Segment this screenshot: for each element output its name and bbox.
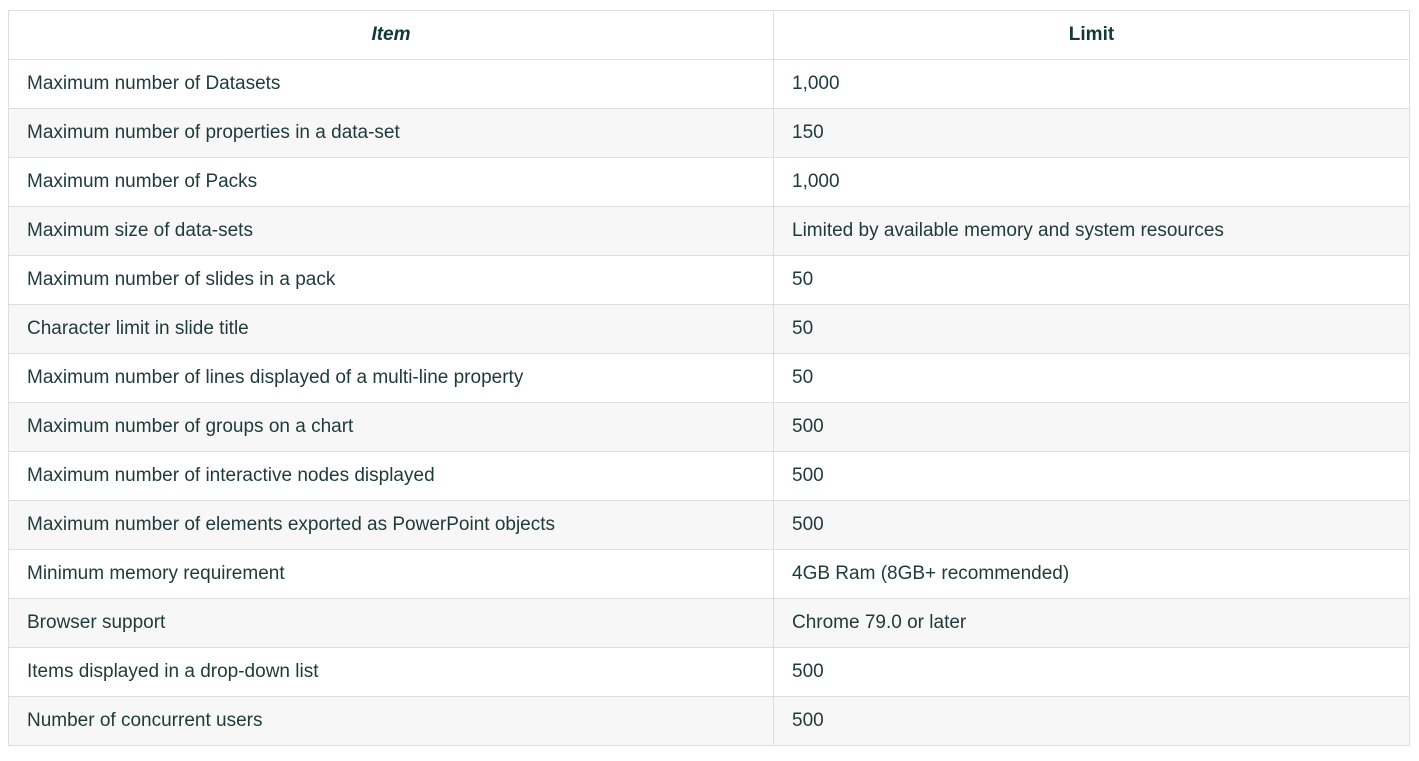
cell-item: Minimum memory requirement	[8, 549, 774, 599]
table-row: Maximum number of Datasets 1,000	[8, 59, 1410, 109]
cell-limit: Chrome 79.0 or later	[773, 598, 1410, 648]
table-body: Maximum number of Datasets 1,000 Maximum…	[8, 59, 1410, 746]
cell-limit: 1,000	[773, 59, 1410, 109]
cell-limit: 50	[773, 353, 1410, 403]
cell-limit: 500	[773, 696, 1410, 746]
cell-item: Maximum number of properties in a data-s…	[8, 108, 774, 158]
table-row: Items displayed in a drop-down list 500	[8, 647, 1410, 697]
table-row: Maximum number of elements exported as P…	[8, 500, 1410, 550]
table-row: Browser support Chrome 79.0 or later	[8, 598, 1410, 648]
header-row: Item Limit	[8, 10, 1410, 60]
table-row: Maximum number of lines displayed of a m…	[8, 353, 1410, 403]
limits-table: Item Limit Maximum number of Datasets 1,…	[8, 10, 1410, 746]
cell-item: Maximum number of slides in a pack	[8, 255, 774, 305]
cell-item: Maximum number of Packs	[8, 157, 774, 207]
cell-limit: 500	[773, 647, 1410, 697]
cell-item: Maximum number of groups on a chart	[8, 402, 774, 452]
cell-limit: Limited by available memory and system r…	[773, 206, 1410, 256]
cell-item: Maximum number of interactive nodes disp…	[8, 451, 774, 501]
cell-item: Browser support	[8, 598, 774, 648]
cell-limit: 50	[773, 255, 1410, 305]
cell-limit: 500	[773, 500, 1410, 550]
cell-item: Maximum number of elements exported as P…	[8, 500, 774, 550]
table-row: Maximum number of Packs 1,000	[8, 157, 1410, 207]
table-row: Maximum number of interactive nodes disp…	[8, 451, 1410, 501]
header-limit: Limit	[773, 10, 1410, 60]
cell-item: Maximum size of data-sets	[8, 206, 774, 256]
cell-limit: 500	[773, 451, 1410, 501]
table-row: Maximum number of slides in a pack 50	[8, 255, 1410, 305]
cell-limit: 50	[773, 304, 1410, 354]
header-item: Item	[8, 10, 774, 60]
table-row: Maximum number of properties in a data-s…	[8, 108, 1410, 158]
cell-item: Number of concurrent users	[8, 696, 774, 746]
cell-item: Maximum number of Datasets	[8, 59, 774, 109]
cell-item: Items displayed in a drop-down list	[8, 647, 774, 697]
table-header: Item Limit	[8, 10, 1410, 60]
table-row: Character limit in slide title 50	[8, 304, 1410, 354]
cell-limit: 150	[773, 108, 1410, 158]
cell-limit: 1,000	[773, 157, 1410, 207]
table-row: Minimum memory requirement 4GB Ram (8GB+…	[8, 549, 1410, 599]
table-row: Number of concurrent users 500	[8, 696, 1410, 746]
cell-limit: 4GB Ram (8GB+ recommended)	[773, 549, 1410, 599]
table-row: Maximum number of groups on a chart 500	[8, 402, 1410, 452]
cell-item: Character limit in slide title	[8, 304, 774, 354]
table-row: Maximum size of data-sets Limited by ava…	[8, 206, 1410, 256]
cell-item: Maximum number of lines displayed of a m…	[8, 353, 774, 403]
cell-limit: 500	[773, 402, 1410, 452]
